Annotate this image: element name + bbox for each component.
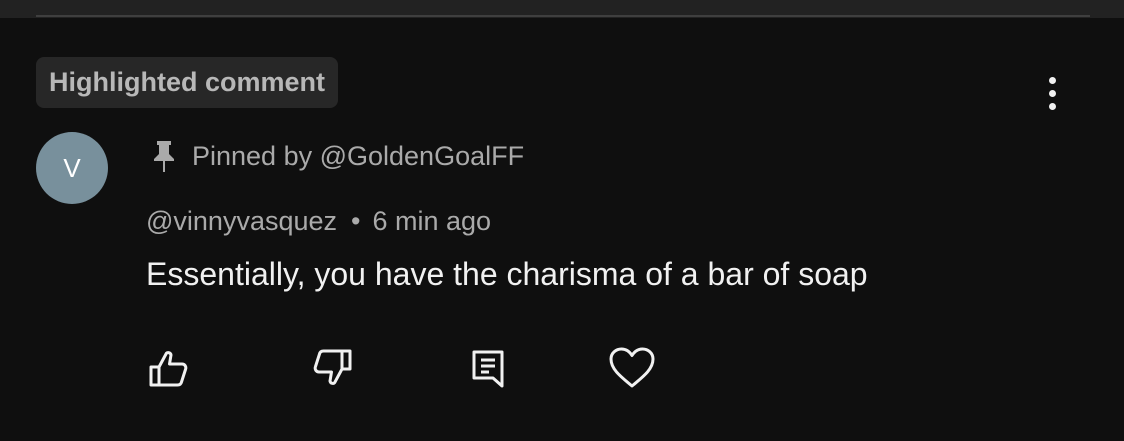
pinned-indicator: Pinned by @GoldenGoalFF [150, 136, 524, 176]
highlighted-comment-badge: Highlighted comment [36, 57, 338, 108]
heart-button[interactable] [604, 340, 660, 396]
avatar[interactable]: V [36, 132, 108, 204]
reply-icon [472, 350, 504, 388]
meta-separator: • [351, 205, 361, 236]
more-vertical-icon-dot [1048, 89, 1056, 97]
more-vertical-icon [1048, 76, 1056, 84]
heart-icon [609, 347, 655, 388]
pinned-by-label: Pinned by @GoldenGoalFF [192, 140, 525, 171]
more-options-button[interactable] [1034, 70, 1070, 116]
more-vertical-icon-dot [1048, 102, 1056, 110]
like-button[interactable] [140, 340, 196, 396]
comment-meta: @vinnyvasquez • 6 min ago [146, 203, 491, 239]
reply-button[interactable] [460, 340, 516, 396]
thumbs-up-icon [149, 351, 188, 387]
comment-author[interactable]: @vinnyvasquez [146, 206, 337, 237]
comment-body: Essentially, you have the charisma of a … [146, 256, 868, 292]
top-divider [36, 15, 1090, 17]
pin-icon [154, 141, 174, 172]
thumbs-down-icon [313, 349, 352, 385]
dislike-button[interactable] [305, 340, 361, 396]
comment-timestamp[interactable]: 6 min ago [372, 206, 491, 237]
